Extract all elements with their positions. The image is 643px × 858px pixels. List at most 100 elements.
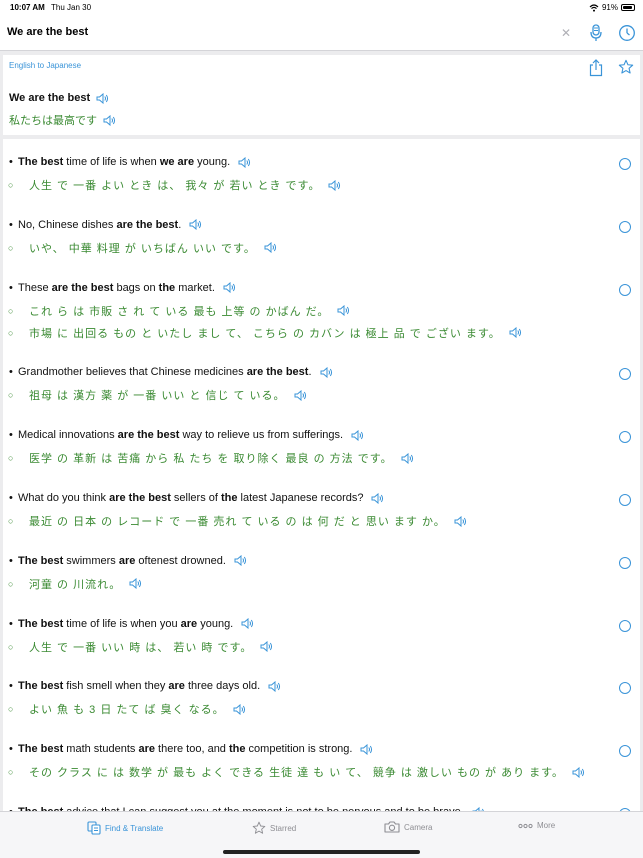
speaker-icon[interactable]	[371, 492, 384, 504]
sentence-text: Medical innovations	[18, 429, 118, 442]
japanese-translation: ○ 河童 の 川流れ。	[8, 576, 142, 592]
highlighted-match: are	[138, 743, 155, 756]
tab-label: Starred	[270, 823, 297, 833]
source-phrase: We are the best	[9, 92, 91, 104]
speaker-icon[interactable]	[233, 703, 246, 715]
tab-starred[interactable]: Starred	[252, 821, 296, 835]
speaker-icon[interactable]	[294, 389, 307, 401]
battery-icon	[621, 4, 635, 11]
highlighted-match: we are	[159, 156, 195, 168]
status-bar: 10:07 AM Thu Jan 30 91%	[0, 0, 643, 16]
highlighted-match: The best	[18, 554, 64, 567]
speaker-icon[interactable]	[260, 641, 273, 653]
speaker-icon[interactable]	[241, 618, 254, 630]
speaker-icon[interactable]	[360, 743, 373, 755]
bullet: •	[9, 156, 13, 168]
status-date: Thu Jan 30	[51, 3, 92, 12]
sentence-text: swimmers	[63, 554, 119, 567]
speaker-icon[interactable]	[351, 429, 364, 441]
highlighted-match: the	[158, 281, 176, 294]
english-sentence: • These are the best bags on the market.	[9, 282, 236, 294]
speaker-icon[interactable]	[454, 515, 467, 527]
highlighted-match: are	[180, 617, 198, 630]
english-sentence: • The best swimmers are oftenest drowned.	[9, 555, 247, 567]
bullet: •	[9, 429, 13, 442]
highlighted-match: are	[118, 554, 136, 567]
wifi-icon	[589, 3, 599, 12]
speaker-icon[interactable]	[268, 680, 281, 692]
speaker-icon[interactable]	[96, 92, 109, 104]
translation-text: 医学 の 革新 は 苦痛 から 私 たち を 取り除く 最良 の 方法 です。	[29, 453, 393, 466]
speaker-icon[interactable]	[103, 114, 116, 126]
status-right: 91%	[589, 3, 635, 12]
english-sentence: • The best time of life is when you are y…	[9, 618, 254, 630]
speaker-icon[interactable]	[189, 219, 202, 231]
japanese-translation: ○ いや、 中華 料理 が いちばん いい です。	[8, 240, 277, 256]
share-icon[interactable]	[589, 59, 603, 77]
microphone-icon[interactable]	[589, 24, 603, 42]
translation-text: その クラス に は 数学 が 最も よく できる 生徒 達 も い て、 競争…	[29, 767, 565, 780]
speaker-icon[interactable]	[223, 282, 236, 294]
english-sentence: • What do you think are the best sellers …	[9, 492, 384, 504]
speaker-icon[interactable]	[337, 305, 350, 317]
select-radio[interactable]	[619, 431, 631, 444]
bullet: ○	[8, 578, 14, 589]
search-input[interactable]	[7, 26, 507, 38]
bullet: ○	[8, 305, 14, 316]
english-sentence: • The best math students are there too, a…	[9, 743, 373, 755]
sentence-text: oftenest drowned.	[135, 554, 226, 567]
sentence-text: Grandmother believes that Chinese medici…	[18, 366, 247, 379]
bullet: •	[9, 281, 13, 294]
sentence-text: way to relieve us from sufferings.	[179, 429, 344, 442]
speaker-icon[interactable]	[238, 156, 251, 168]
select-radio[interactable]	[619, 368, 631, 381]
select-radio[interactable]	[619, 556, 631, 569]
tab-find-translate[interactable]: Find & Translate	[87, 821, 163, 835]
clear-icon[interactable]: ✕	[561, 26, 571, 40]
select-radio[interactable]	[619, 158, 631, 170]
star-icon	[252, 821, 266, 834]
japanese-translation: ○ 祖母 は 漢方 薬 が 一番 いい と 信じ て いる。	[8, 387, 307, 403]
select-radio[interactable]	[619, 283, 631, 296]
select-radio[interactable]	[619, 619, 631, 632]
tab-camera[interactable]: Camera	[384, 821, 432, 833]
select-radio[interactable]	[619, 220, 631, 233]
more-icon	[518, 823, 533, 828]
speaker-icon[interactable]	[129, 578, 142, 590]
translation-text: よい 魚 も 3 日 たて ば 臭く なる。	[29, 704, 225, 717]
bullet: ○	[8, 180, 14, 190]
star-icon[interactable]	[618, 59, 634, 75]
english-sentence: • The best fish smell when they are three…	[9, 680, 281, 692]
sentence-text: No, Chinese dishes	[18, 218, 117, 231]
tab-label: Find & Translate	[105, 823, 164, 833]
highlighted-match: the	[221, 492, 238, 504]
sentence-text: time of life is when you	[63, 617, 181, 630]
bullet: •	[9, 218, 13, 231]
japanese-translation: ○ 最近 の 日本 の レコード で 一番 売れ て いる の は 何 だ と 思…	[8, 513, 467, 529]
select-radio[interactable]	[619, 682, 631, 695]
translation-text: いや、 中華 料理 が いちばん いい です。	[29, 242, 256, 255]
sentence-text: What do you think	[18, 492, 110, 504]
select-radio[interactable]	[619, 494, 631, 506]
japanese-translation: ○ これ ら は 市販 さ れ て いる 最も 上等 の かばん だ。	[8, 303, 350, 319]
translation-text: 河童 の 川流れ。	[29, 578, 122, 591]
english-sentence: • Grandmother believes that Chinese medic…	[9, 366, 333, 378]
highlighted-match: The best	[18, 156, 64, 168]
speaker-icon[interactable]	[264, 242, 277, 254]
translation-text: 人生 で 一番 よい とき は、 我々 が 若い とき です。	[29, 180, 321, 192]
speaker-icon[interactable]	[328, 179, 341, 191]
speaker-icon[interactable]	[320, 366, 333, 378]
highlighted-match: the	[228, 743, 246, 756]
speaker-icon[interactable]	[572, 766, 585, 778]
tab-label: More	[537, 821, 556, 830]
speaker-icon[interactable]	[509, 327, 522, 339]
english-sentence: • No, Chinese dishes are the best.	[9, 219, 202, 231]
select-radio[interactable]	[619, 745, 631, 758]
speaker-icon[interactable]	[401, 452, 414, 464]
highlighted-match: The best	[18, 680, 64, 693]
speaker-icon[interactable]	[234, 555, 247, 567]
highlighted-match: are	[168, 680, 185, 693]
tab-more[interactable]: More	[518, 821, 555, 830]
translation-direction[interactable]: English to Japanese	[9, 61, 81, 70]
history-clock-icon[interactable]	[618, 24, 636, 42]
